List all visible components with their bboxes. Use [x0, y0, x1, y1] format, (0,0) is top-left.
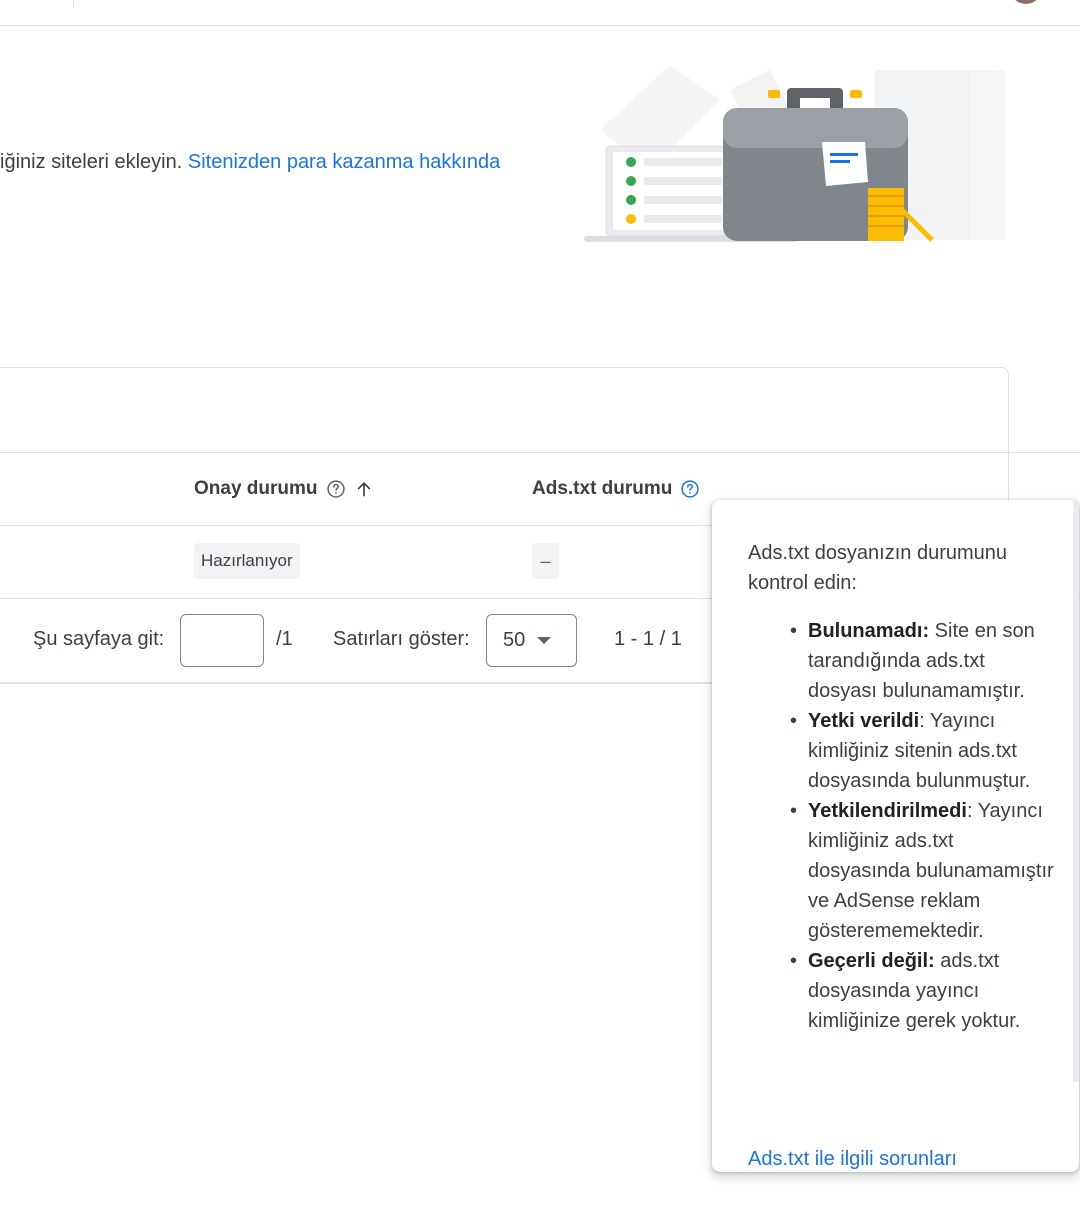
adstxt-status-chip: –: [532, 543, 559, 579]
adstxt-help-tooltip: Ads.txt dosyanızın durumunu kontrol edin…: [712, 500, 1079, 1172]
caret-down-icon: [537, 637, 552, 644]
adsense-sites-page: iğiniz siteleri ekleyin. Sitenizden para…: [0, 0, 1080, 1230]
rows-per-page-select[interactable]: 50: [486, 614, 577, 667]
goto-page-input[interactable]: [180, 614, 264, 667]
arrow-up-icon[interactable]: [354, 479, 374, 499]
top-app-bar: [0, 0, 1080, 26]
goto-page-label: Şu sayfaya git:: [33, 628, 165, 650]
tooltip-scrollbar[interactable]: [1073, 500, 1079, 1082]
page-total: /1: [276, 628, 293, 650]
briefcase-illustration: [584, 65, 1005, 242]
intro-text: iğiniz siteleri ekleyin. Sitenizden para…: [0, 151, 500, 174]
approval-status-header-label: Onay durumu: [194, 478, 318, 499]
avatar[interactable]: [1010, 0, 1042, 4]
help-circle-icon[interactable]: [326, 479, 346, 499]
tooltip-status-list: Bulunamadı: Site en son tarandığında ads…: [790, 616, 1058, 1036]
list-item: Yetkilendirilmedi: Yayıncı kimliğiniz ad…: [790, 796, 1058, 946]
list-item: Bulunamadı: Site en son tarandığında ads…: [790, 616, 1058, 706]
status-term: Yetkilendirilmedi: [808, 800, 967, 822]
status-term: Yetki verildi: [808, 710, 920, 732]
learn-more-link[interactable]: Sitenizden para kazanma hakkında: [188, 151, 500, 173]
rows-per-page-value: 50: [503, 629, 526, 651]
pagination-range: 1 - 1 / 1: [614, 628, 682, 650]
intro-sentence: iğiniz siteleri ekleyin.: [0, 151, 183, 173]
status-term: Bulunamadı:: [808, 620, 930, 642]
list-item: Geçerli değil: ads.txt dosyasında yayınc…: [790, 946, 1058, 1036]
column-header-approval-status[interactable]: Onay durumu: [194, 478, 374, 500]
adstxt-status-header-label: Ads.txt durumu: [532, 478, 673, 499]
list-item: Yetki verildi: Yayıncı kimliğiniz siteni…: [790, 706, 1058, 796]
topbar-divider: [73, 0, 74, 8]
rows-per-page-label: Satırları göster:: [333, 628, 470, 650]
table-header-top-divider: [0, 452, 1080, 453]
column-header-adstxt-status[interactable]: Ads.txt durumu: [532, 478, 700, 500]
adstxt-issues-link[interactable]: Ads.txt ile ilgili sorunları: [748, 1148, 957, 1171]
help-circle-icon[interactable]: [680, 479, 700, 499]
status-term: Geçerli değil:: [808, 950, 935, 972]
approval-status-chip: Hazırlanıyor: [194, 543, 300, 579]
tooltip-intro: Ads.txt dosyanızın durumunu kontrol edin…: [748, 542, 1008, 594]
